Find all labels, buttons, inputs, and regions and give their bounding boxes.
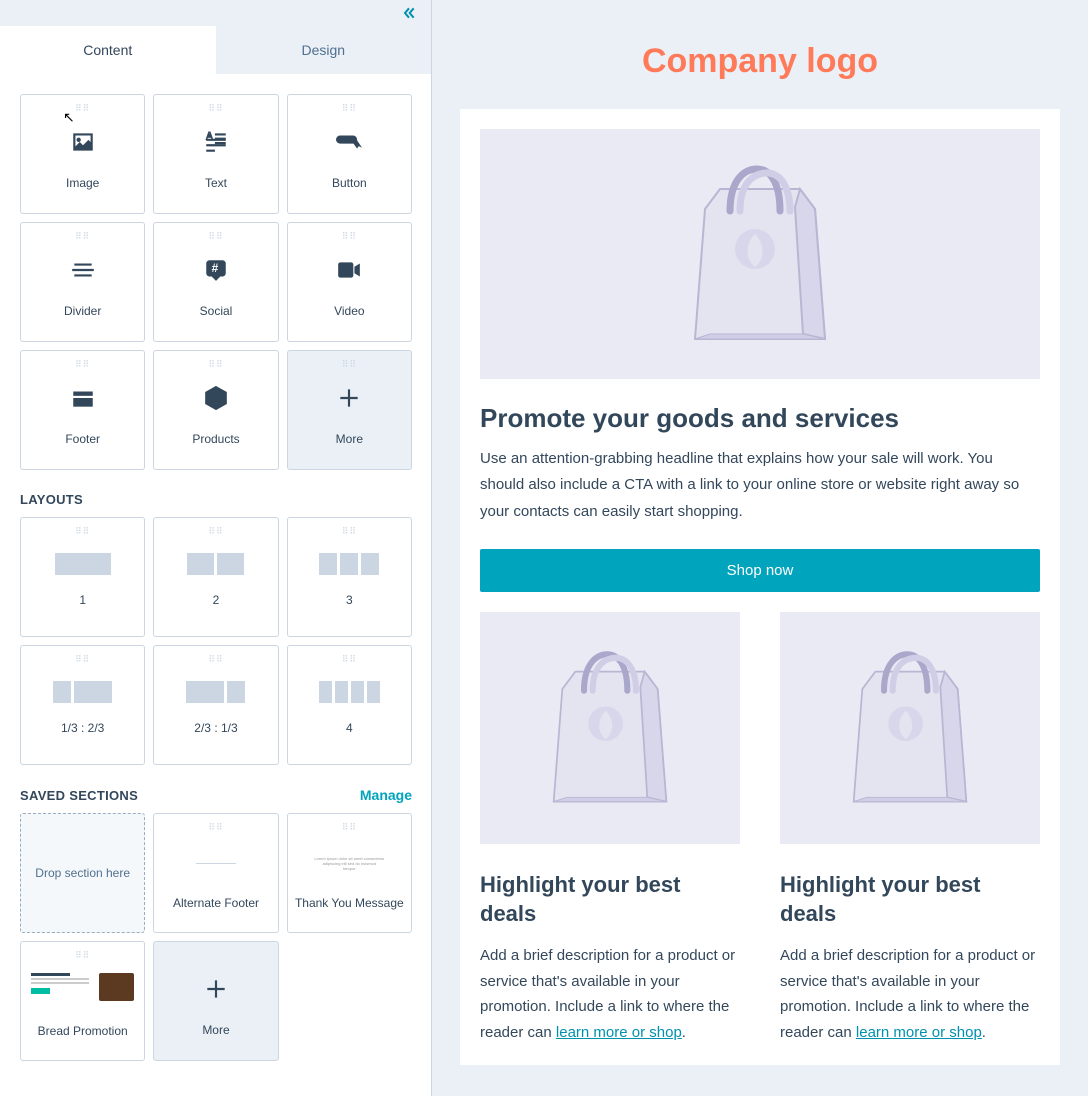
video-icon [336, 252, 362, 288]
drag-handle-icon: ⠿⠿ [342, 654, 357, 665]
block-text[interactable]: ⠿⠿ A Text [153, 94, 278, 214]
drag-handle-icon: ⠿⠿ [342, 231, 357, 242]
layout-2-3-1-3[interactable]: ⠿⠿ 2/3 : 1/3 [153, 645, 278, 765]
saved-thank-you[interactable]: ⠿⠿ Lorem ipsum dolor sit amet consectetu… [287, 813, 412, 933]
drag-handle-icon: ⠿⠿ [208, 526, 223, 537]
drag-handle-icon: ⠿⠿ [208, 103, 223, 114]
layout-3[interactable]: ⠿⠿ 3 [287, 517, 412, 637]
body-paragraph[interactable]: Use an attention-grabbing headline that … [480, 446, 1040, 525]
products-icon [203, 380, 229, 416]
collapse-bar[interactable] [0, 0, 431, 26]
block-products[interactable]: ⠿⠿ Products [153, 350, 278, 470]
drag-handle-icon: ⠿⠿ [75, 526, 90, 537]
headline[interactable]: Promote your goods and services [480, 403, 1040, 434]
column-right: Highlight your best deals Add a brief de… [780, 612, 1040, 1045]
drag-handle-icon: ⠿⠿ [75, 359, 90, 370]
layout-4[interactable]: ⠿⠿ 4 [287, 645, 412, 765]
email-canvas[interactable]: Company logo Promote your goods and serv… [432, 0, 1088, 1096]
drag-handle-icon: ⠿⠿ [75, 231, 90, 242]
layout-2[interactable]: ⠿⠿ 2 [153, 517, 278, 637]
drag-handle-icon: ⠿⠿ [75, 103, 90, 114]
block-more[interactable]: ⠿⠿ More [287, 350, 412, 470]
layout-1[interactable]: ⠿⠿ 1 [20, 517, 145, 637]
drag-handle-icon: ⠿⠿ [342, 822, 357, 833]
block-divider[interactable]: ⠿⠿ Divider [20, 222, 145, 342]
saved-preview: Lorem ipsum dolor sit amet consecteturad… [294, 841, 405, 886]
social-icon: # [203, 252, 229, 288]
saved-preview [161, 841, 272, 886]
drag-handle-icon: ⠿⠿ [75, 654, 90, 665]
divider-icon [70, 252, 96, 288]
block-button[interactable]: ⠿⠿ Button [287, 94, 412, 214]
image-icon [70, 124, 96, 160]
plus-icon [336, 380, 362, 416]
saved-preview [27, 969, 138, 1014]
shopping-bag-icon [545, 643, 675, 813]
tabs: Content Design [0, 26, 431, 74]
svg-text:#: # [212, 261, 219, 275]
saved-bread-promotion[interactable]: ⠿⠿ Bread Promotion [20, 941, 145, 1061]
product-image-placeholder[interactable] [480, 612, 740, 844]
learn-more-link[interactable]: learn more or shop [856, 1024, 982, 1041]
block-image[interactable]: ⠿⠿ ↖ Image [20, 94, 145, 214]
shopping-bag-icon [685, 159, 835, 349]
company-logo[interactable]: Company logo [460, 42, 1060, 81]
sidebar: Content Design ⠿⠿ ↖ Image ⠿⠿ A Text ⠿⠿ B… [0, 0, 432, 1096]
text-icon: A [203, 124, 229, 160]
column-heading[interactable]: Highlight your best deals [480, 870, 740, 929]
drag-handle-icon: ⠿⠿ [208, 231, 223, 242]
drag-handle-icon: ⠿⠿ [342, 526, 357, 537]
footer-icon [70, 380, 96, 416]
drag-handle-icon: ⠿⠿ [208, 654, 223, 665]
block-video[interactable]: ⠿⠿ Video [287, 222, 412, 342]
plus-icon [203, 971, 229, 1007]
drop-section-target[interactable]: Drop section here [20, 813, 145, 933]
saved-alternate-footer[interactable]: ⠿⠿ Alternate Footer [153, 813, 278, 933]
learn-more-link[interactable]: learn more or shop [556, 1024, 682, 1041]
column-text[interactable]: Add a brief description for a product or… [480, 943, 740, 1045]
drag-handle-icon: ⠿⠿ [208, 359, 223, 370]
column-heading[interactable]: Highlight your best deals [780, 870, 1040, 929]
email-body: Promote your goods and services Use an a… [460, 109, 1060, 1065]
block-footer[interactable]: ⠿⠿ Footer [20, 350, 145, 470]
shopping-bag-icon [845, 643, 975, 813]
drag-handle-icon: ⠿⠿ [75, 950, 90, 961]
column-text[interactable]: Add a brief description for a product or… [780, 943, 1040, 1045]
svg-text:A: A [205, 129, 214, 143]
shop-now-button[interactable]: Shop now [480, 549, 1040, 592]
content-panel: ⠿⠿ ↖ Image ⠿⠿ A Text ⠿⠿ Button ⠿⠿ Divide… [0, 74, 431, 1081]
drag-handle-icon: ⠿⠿ [342, 359, 357, 370]
saved-more[interactable]: More [153, 941, 278, 1061]
saved-sections-title: SAVED SECTIONS [20, 788, 138, 803]
column-left: Highlight your best deals Add a brief de… [480, 612, 740, 1045]
drag-handle-icon: ⠿⠿ [342, 103, 357, 114]
button-icon [336, 124, 362, 160]
chevron-collapse-icon [401, 5, 417, 21]
block-social[interactable]: ⠿⠿ # Social [153, 222, 278, 342]
product-image-placeholder[interactable] [780, 612, 1040, 844]
drag-handle-icon: ⠿⠿ [208, 822, 223, 833]
manage-link[interactable]: Manage [360, 787, 412, 803]
layout-1-3-2-3[interactable]: ⠿⠿ 1/3 : 2/3 [20, 645, 145, 765]
tab-design[interactable]: Design [216, 26, 432, 74]
layouts-title: LAYOUTS [20, 492, 412, 507]
hero-image-placeholder[interactable] [480, 129, 1040, 379]
tab-content[interactable]: Content [0, 26, 216, 74]
